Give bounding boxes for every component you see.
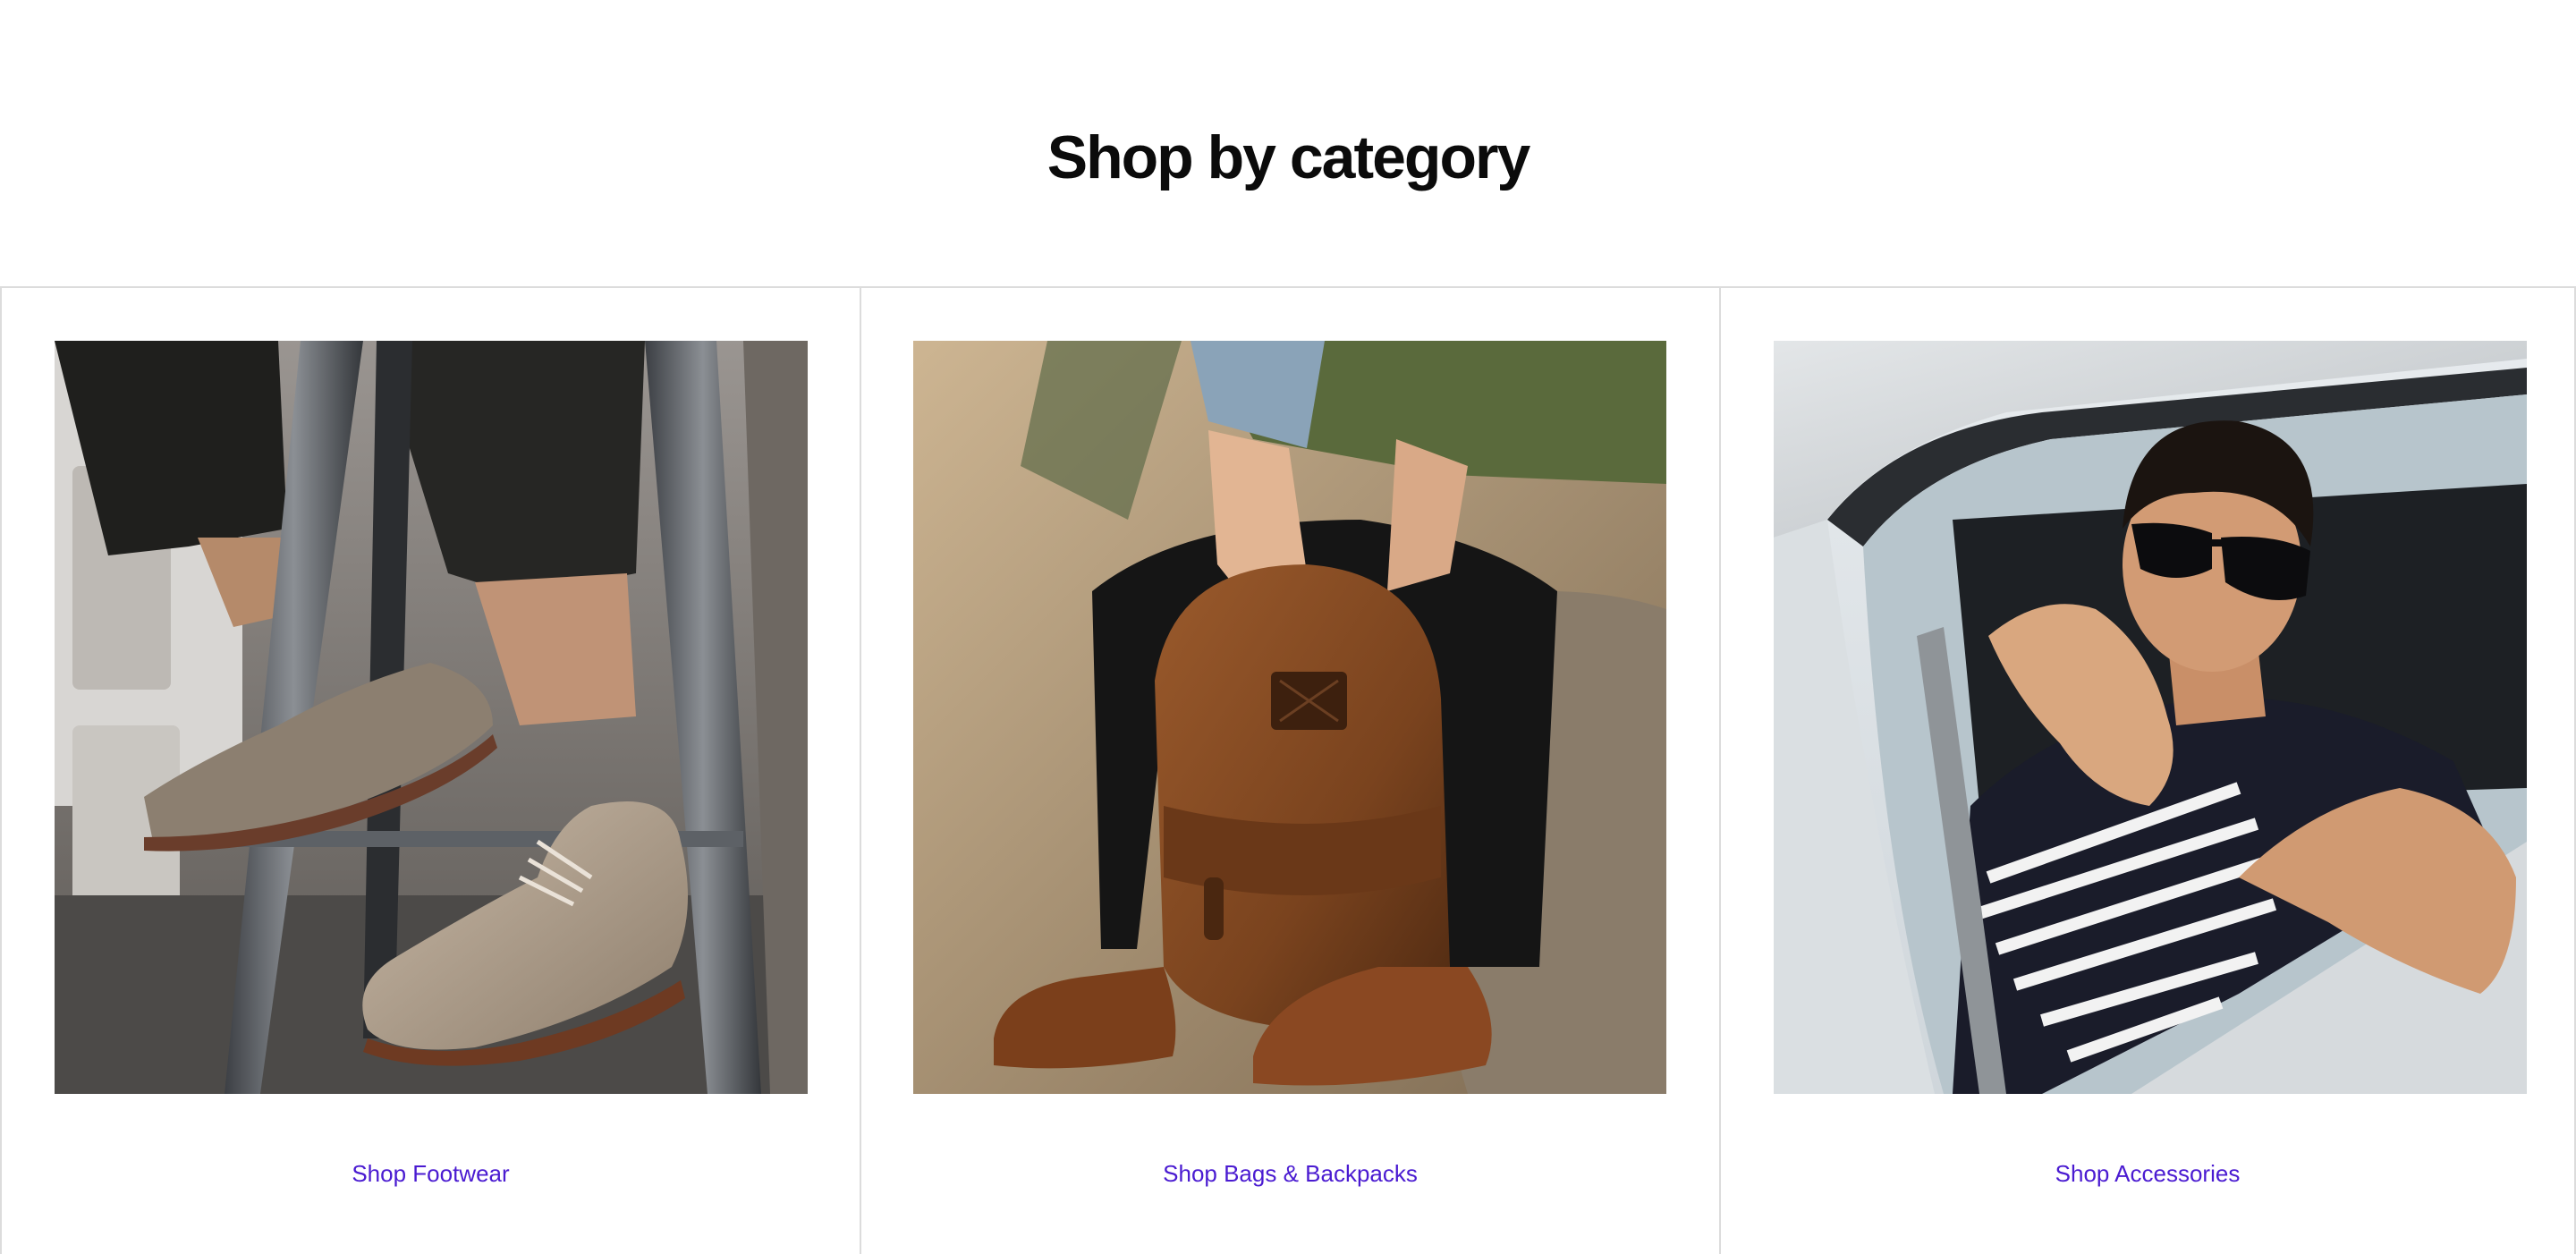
category-link-bags[interactable]: Shop Bags & Backpacks (861, 1157, 1719, 1190)
bags-image[interactable] (913, 341, 1666, 1094)
footwear-image[interactable] (55, 341, 808, 1094)
category-card-bags[interactable]: Shop Bags & Backpacks (860, 288, 1719, 1254)
backpack-photo-icon (913, 341, 1666, 1094)
footwear-photo-icon (55, 341, 808, 1094)
section-title: Shop by category (1046, 123, 1531, 191)
category-grid: Shop Footwear Shop Bags & Backpacks Shop… (0, 286, 2576, 1254)
category-section: Shop by category Shop Footwear Shop Bags… (0, 0, 2576, 1254)
accessories-image[interactable] (1774, 341, 2527, 1094)
category-link-accessories[interactable]: Shop Accessories (1721, 1157, 2574, 1190)
sunglasses-photo-icon (1774, 341, 2527, 1094)
category-link-footwear[interactable]: Shop Footwear (2, 1157, 860, 1190)
category-card-accessories[interactable]: Shop Accessories (1719, 288, 2576, 1254)
category-card-footwear[interactable]: Shop Footwear (0, 288, 860, 1254)
